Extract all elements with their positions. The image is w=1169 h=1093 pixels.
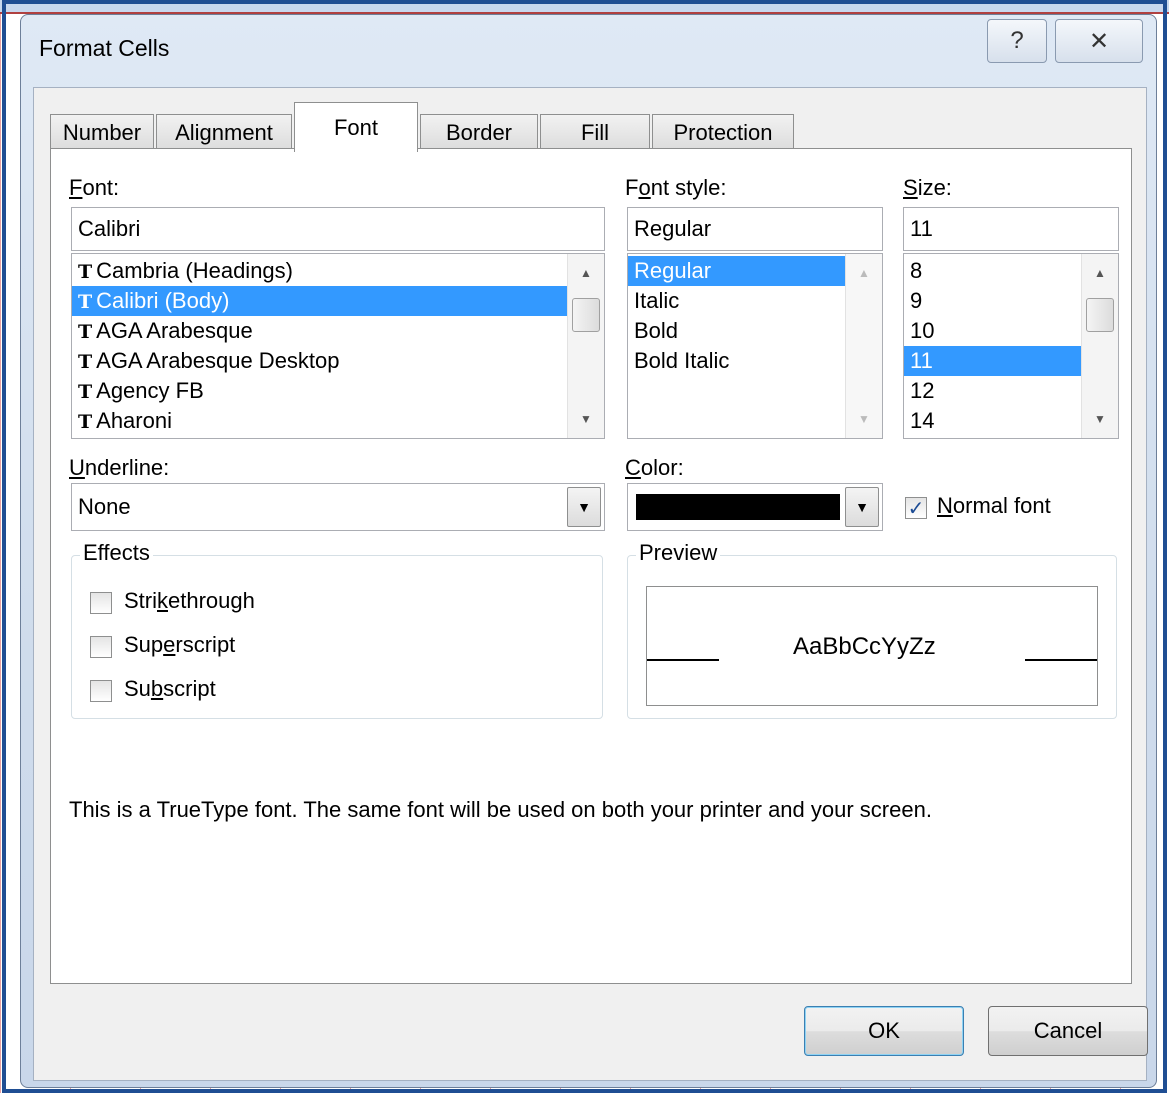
- font-style-list-scrollbar[interactable]: ▲ ▼: [845, 254, 882, 438]
- tab-font[interactable]: Font: [294, 102, 418, 152]
- scroll-thumb[interactable]: [1086, 298, 1114, 332]
- font-name-input[interactable]: Calibri: [71, 207, 605, 251]
- normal-font-checkbox[interactable]: ✓: [905, 497, 927, 520]
- font-style-list-item[interactable]: Bold: [628, 316, 882, 346]
- font-list-item[interactable]: T AGA Arabesque: [72, 316, 604, 346]
- preview-title: Preview: [636, 540, 721, 566]
- font-list-item-label: Cambria (Headings): [96, 258, 293, 283]
- font-label: Font:: [69, 175, 120, 200]
- font-list-item-label: Calibri (Body): [96, 288, 230, 313]
- font-style-list-item[interactable]: Regular: [628, 256, 882, 286]
- chevron-down-icon[interactable]: ▼: [845, 487, 879, 527]
- truetype-icon: T: [78, 261, 93, 283]
- size-list-item-label: 14: [910, 408, 935, 433]
- scroll-up-icon[interactable]: ▲: [1082, 258, 1118, 288]
- truetype-icon: T: [78, 321, 93, 343]
- font-tab-page: Font: Calibri T Cambria (Headings) T Calibr…: [50, 148, 1132, 984]
- strikethrough-checkbox[interactable]: [90, 592, 112, 614]
- size-list-item-label: 10: [910, 318, 935, 343]
- scroll-up-icon[interactable]: ▲: [846, 258, 882, 288]
- font-list-item[interactable]: T Aharoni: [72, 406, 604, 436]
- help-button[interactable]: ?: [987, 19, 1047, 63]
- font-style-list-item[interactable]: Bold Italic: [628, 346, 882, 376]
- tab-alignment[interactable]: Alignment: [156, 114, 292, 150]
- format-cells-dialog: Format Cells ? ✕ Number Alignment Font B…: [20, 14, 1157, 1088]
- font-list-item[interactable]: T Calibri (Body): [72, 286, 604, 316]
- font-list-item-label: AGA Arabesque: [96, 318, 253, 343]
- font-style-list-item-label: Italic: [634, 288, 680, 313]
- font-style-list-item[interactable]: Italic: [628, 286, 882, 316]
- underline-select[interactable]: None ▼: [71, 483, 605, 531]
- scroll-down-icon[interactable]: ▼: [1082, 404, 1118, 434]
- scroll-down-icon[interactable]: ▼: [568, 404, 604, 434]
- effects-title: Effects: [80, 540, 153, 566]
- truetype-icon: T: [78, 291, 93, 313]
- color-picker[interactable]: ▼: [627, 483, 883, 531]
- underline-label: Underline:: [69, 455, 170, 480]
- font-list-item-label: AGA Arabesque Desktop: [96, 348, 340, 373]
- tab-border[interactable]: Border: [420, 114, 538, 150]
- ok-button[interactable]: OK: [804, 1006, 964, 1056]
- font-list[interactable]: T Cambria (Headings) T Calibri (Body) T AGA A…: [71, 253, 605, 439]
- size-input[interactable]: 11: [903, 207, 1119, 251]
- font-list-scrollbar[interactable]: ▲ ▼: [567, 254, 604, 438]
- font-style-list-item-label: Regular: [634, 258, 712, 283]
- subscript-checkbox[interactable]: [90, 680, 112, 702]
- close-icon: ✕: [1088, 27, 1110, 55]
- size-label: Size:: [903, 175, 952, 200]
- font-style-list-item-label: Bold: [634, 318, 679, 343]
- size-list[interactable]: 8 9 10 11 12 14 ▲ ▼: [903, 253, 1119, 439]
- tab-protection[interactable]: Protection: [652, 114, 794, 150]
- effects-group: Effects Strikethrough Superscript Subscr…: [71, 540, 603, 719]
- font-style-list-item-label: Bold Italic: [634, 348, 730, 373]
- cancel-button[interactable]: Cancel: [988, 1006, 1148, 1056]
- underline-value: None: [78, 494, 131, 519]
- size-list-item-label: 12: [910, 378, 935, 403]
- font-list-item[interactable]: T AGA Arabesque Desktop: [72, 346, 604, 376]
- truetype-info-text: This is a TrueType font. The same font w…: [69, 797, 932, 822]
- tab-fill[interactable]: Fill: [540, 114, 650, 150]
- preview-box: AaBbCcYyZz: [646, 586, 1098, 706]
- font-list-item[interactable]: T Cambria (Headings): [72, 256, 604, 286]
- font-list-item-label: Agency FB: [96, 378, 204, 403]
- scroll-down-icon[interactable]: ▼: [846, 404, 882, 434]
- preview-sample-text: AaBbCcYyZz: [793, 633, 936, 660]
- font-style-list[interactable]: Regular Italic Bold Bold Italic ▲ ▼: [627, 253, 883, 439]
- size-list-scrollbar[interactable]: ▲ ▼: [1081, 254, 1118, 438]
- size-list-item-label: 9: [910, 288, 923, 313]
- color-swatch: [636, 494, 840, 520]
- truetype-icon: T: [78, 351, 93, 373]
- normal-font-label[interactable]: Normal font: [937, 493, 1051, 519]
- close-button[interactable]: ✕: [1055, 19, 1143, 63]
- superscript-label[interactable]: Superscript: [124, 632, 235, 658]
- subscript-label[interactable]: Subscript: [124, 676, 216, 702]
- strikethrough-label[interactable]: Strikethrough: [124, 588, 255, 614]
- chevron-down-icon[interactable]: ▼: [567, 487, 601, 527]
- preview-baseline-left: [647, 659, 719, 661]
- truetype-icon: T: [78, 411, 93, 433]
- size-list-item-label: 8: [910, 258, 923, 283]
- scroll-up-icon[interactable]: ▲: [568, 258, 604, 288]
- spreadsheet-column-header: [0, 0, 1169, 14]
- preview-group: Preview AaBbCcYyZz: [627, 540, 1117, 719]
- font-style-input[interactable]: Regular: [627, 207, 883, 251]
- dialog-client-area: Number Alignment Font Border Fill Protec…: [33, 87, 1148, 1081]
- truetype-icon: T: [78, 381, 93, 403]
- tab-number[interactable]: Number: [50, 114, 154, 150]
- superscript-checkbox[interactable]: [90, 636, 112, 658]
- dialog-title: Format Cells: [39, 35, 170, 61]
- font-style-label: Font style:: [625, 175, 727, 200]
- size-list-item-label: 11: [910, 348, 933, 373]
- font-list-item[interactable]: T Agency FB: [72, 376, 604, 406]
- scroll-thumb[interactable]: [572, 298, 600, 332]
- preview-baseline-right: [1025, 659, 1097, 661]
- color-label: Color:: [625, 455, 684, 480]
- help-icon: ?: [1010, 27, 1024, 54]
- font-list-item-label: Aharoni: [96, 408, 172, 433]
